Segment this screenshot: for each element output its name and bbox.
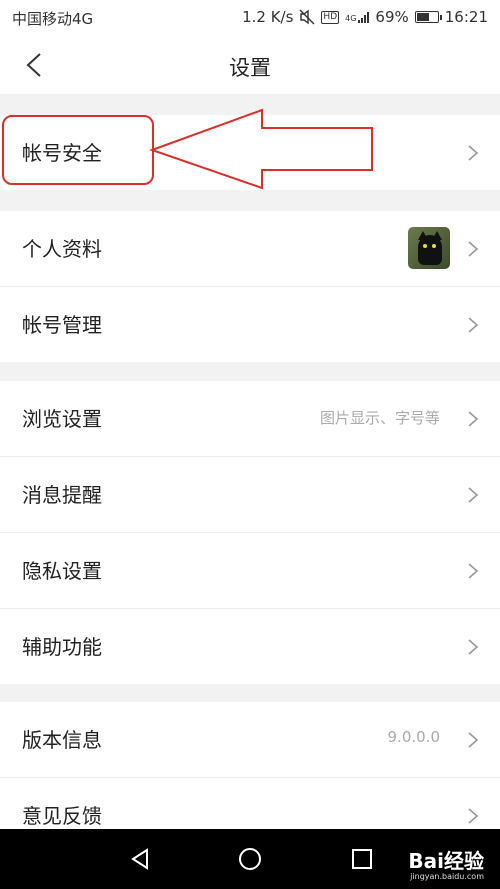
chevron-right-icon	[468, 732, 479, 748]
row-label: 版本信息	[22, 728, 102, 752]
triangle-back-icon[interactable]	[128, 847, 152, 871]
settings-group-general: 浏览设置 图片显示、字号等 消息提醒 隐私设置 辅助功能	[0, 381, 500, 684]
row-label: 意见反馈	[22, 804, 102, 828]
network-speed: 1.2 K/s	[242, 8, 294, 26]
settings-row-notifications[interactable]: 消息提醒	[0, 457, 500, 533]
clock: 16:21	[444, 8, 488, 26]
chevron-right-icon	[468, 563, 479, 579]
row-label: 隐私设置	[22, 559, 102, 583]
settings-group-profile: 个人资料 帐号管理	[0, 211, 500, 362]
row-label: 个人资料	[22, 237, 102, 261]
settings-row-version[interactable]: 版本信息 9.0.0.0	[0, 702, 500, 778]
chevron-right-icon	[468, 808, 479, 824]
status-right: 1.2 K/s HD 4G 69% 16:21	[242, 8, 488, 26]
hd-badge: HD	[321, 10, 340, 24]
signal-icon: 4G	[345, 11, 370, 23]
square-recents-icon[interactable]	[350, 847, 374, 871]
battery-icon	[414, 11, 442, 23]
page-title: 设置	[229, 56, 271, 80]
chevron-right-icon	[468, 317, 479, 333]
chevron-right-icon	[468, 411, 479, 427]
row-value: 9.0.0.0	[387, 728, 440, 746]
watermark-url: jingyan.baidu.com	[410, 872, 484, 881]
status-bar: 中国移动4G 1.2 K/s HD 4G 69% 16:21	[0, 0, 500, 36]
chevron-right-icon	[468, 241, 479, 257]
settings-row-accessibility[interactable]: 辅助功能	[0, 609, 500, 684]
watermark-logo: Bai经验	[408, 849, 484, 873]
avatar	[408, 227, 450, 269]
row-label: 消息提醒	[22, 483, 102, 507]
mute-icon	[299, 9, 315, 25]
system-nav-bar: Bai经验 jingyan.baidu.com	[0, 829, 500, 889]
row-label: 辅助功能	[22, 635, 102, 659]
battery-percent: 69%	[375, 8, 409, 26]
row-label: 帐号管理	[22, 313, 102, 337]
baidu-watermark: Bai经验 jingyan.baidu.com	[408, 851, 484, 881]
circle-home-icon[interactable]	[238, 847, 262, 871]
settings-row-browse-settings[interactable]: 浏览设置 图片显示、字号等	[0, 381, 500, 457]
network-type: 4G	[345, 14, 357, 23]
settings-row-account-management[interactable]: 帐号管理	[0, 287, 500, 362]
settings-row-account-security[interactable]: 帐号安全	[0, 115, 500, 190]
row-label: 帐号安全	[22, 141, 102, 165]
settings-group-account-security: 帐号安全	[0, 115, 500, 190]
nav-bar: 设置	[0, 36, 500, 94]
settings-row-profile[interactable]: 个人资料	[0, 211, 500, 287]
chevron-right-icon	[468, 639, 479, 655]
chevron-right-icon	[468, 487, 479, 503]
carrier-name: 中国移动4G	[12, 10, 94, 28]
chevron-right-icon	[468, 145, 479, 161]
settings-row-privacy[interactable]: 隐私设置	[0, 533, 500, 609]
row-value: 图片显示、字号等	[319, 409, 440, 427]
row-label: 浏览设置	[22, 407, 102, 431]
